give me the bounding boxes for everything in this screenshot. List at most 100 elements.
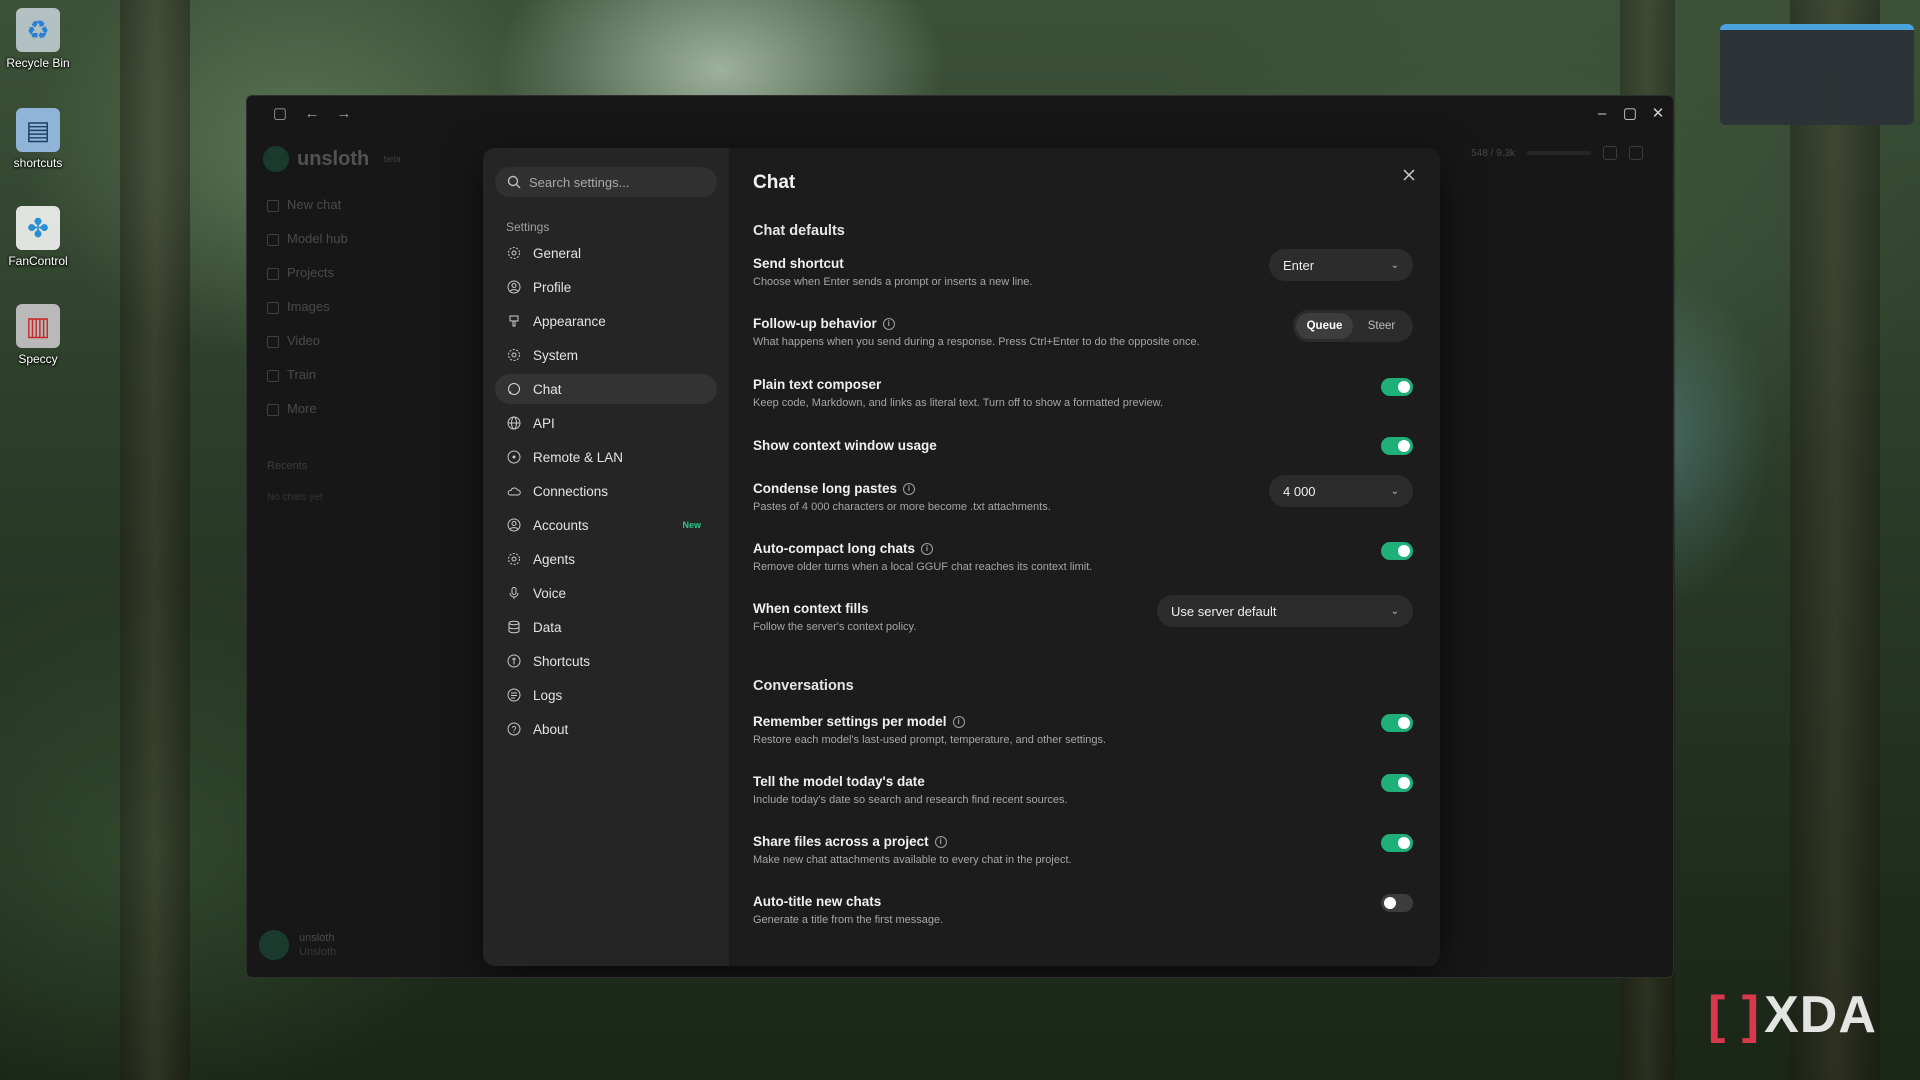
xda-watermark: [ ] XDA [1708, 985, 1877, 1045]
window-close-icon[interactable]: ✕ [1647, 102, 1669, 124]
share-files-toggle[interactable] [1381, 834, 1413, 852]
today-date-toggle[interactable] [1381, 774, 1413, 792]
nav-projects[interactable]: Projects [267, 256, 348, 290]
sidebar-item-appearance[interactable]: Appearance [495, 306, 717, 336]
panel-icon[interactable] [1629, 146, 1643, 160]
sidebar-item-api[interactable]: API [495, 408, 717, 438]
setting-title: Plain text composer [753, 377, 882, 392]
avatar [259, 930, 289, 960]
sidebar-item-label: Chat [533, 381, 562, 397]
refresh-icon[interactable] [1603, 146, 1617, 160]
settings-content: Chat Chat defaults Send shortcut Choose … [729, 148, 1440, 966]
setting-title: Share files across a project [753, 834, 929, 849]
nav-video[interactable]: Video [267, 324, 348, 358]
sidebar-item-connections[interactable]: Connections [495, 476, 717, 506]
section-chat-defaults: Chat defaults [753, 223, 845, 239]
info-icon[interactable]: i [952, 715, 965, 728]
setting-auto-title: Auto-title new chats Generate a title fr… [753, 894, 1413, 926]
back-arrow-icon[interactable]: ← [301, 102, 323, 124]
version-badge: beta [383, 154, 401, 164]
forward-arrow-icon[interactable]: → [333, 102, 355, 124]
fan-icon: ✤ [16, 206, 60, 250]
settings-search[interactable] [495, 167, 717, 197]
setting-description: Restore each model's last-used prompt, t… [753, 734, 1107, 746]
info-icon[interactable]: i [934, 835, 947, 848]
sidebar-item-logs[interactable]: Logs [495, 680, 717, 710]
sidebar-item-agents[interactable]: Agents [495, 544, 717, 574]
chat-bubble-icon [507, 382, 521, 396]
nav-new-chat[interactable]: New chat [267, 188, 348, 222]
remember-toggle[interactable] [1381, 714, 1413, 732]
info-icon[interactable]: i [921, 542, 934, 555]
thumbnail-window[interactable] [1720, 24, 1914, 125]
sidebar-item-label: System [533, 347, 579, 363]
maximize-icon[interactable]: ▢ [1619, 102, 1641, 124]
auto-compact-toggle[interactable] [1381, 542, 1413, 560]
sidebar-item-profile[interactable]: Profile [495, 272, 717, 302]
sidebar-item-about[interactable]: ? About [495, 714, 717, 744]
setting-plain-text: Plain text composer Keep code, Markdown,… [753, 377, 1413, 409]
setting-title: Condense long pastes [753, 481, 898, 496]
sidebar-item-remote-lan[interactable]: Remote & LAN [495, 442, 717, 472]
desktop-icon-recycle-bin[interactable]: ♻ Recycle Bin [0, 8, 76, 70]
sidebar-item-label: API [533, 415, 555, 431]
nav-more[interactable]: More [267, 392, 348, 426]
user-profile[interactable]: unsloth Unsloth [259, 930, 336, 960]
search-input[interactable] [529, 174, 709, 190]
globe-icon [507, 416, 521, 430]
sidebar-item-data[interactable]: Data [495, 612, 717, 642]
desktop-icon-speccy[interactable]: ▥ Speccy [0, 304, 76, 366]
context-usage-indicator: 548 / 9.3k [1471, 146, 1643, 160]
setting-condense: Condense long pastes i Pastes of 4 000 ch… [753, 475, 1413, 513]
sidebar-item-chat[interactable]: Chat [495, 374, 717, 404]
setting-title: Remember settings per model [753, 714, 947, 729]
svg-text:?: ? [511, 725, 516, 735]
context-fills-select[interactable]: Use server default ⌄ [1157, 595, 1413, 627]
new-badge: New [682, 520, 701, 530]
setting-title: Auto-title new chats [753, 894, 882, 909]
desktop-icon-shortcuts[interactable]: ▤ shortcuts [0, 108, 76, 170]
title-bar: ▢ ← → – ▢ ✕ [247, 96, 1673, 130]
follow-up-segmented-control[interactable]: Queue Steer [1293, 310, 1413, 342]
sidebar-item-system[interactable]: System [495, 340, 717, 370]
chevron-down-icon: ⌄ [1390, 605, 1399, 617]
sidebar-item-general[interactable]: General [495, 238, 717, 268]
sidebar-item-label: Logs [533, 687, 563, 703]
sidebar-item-shortcuts[interactable]: Shortcuts [495, 646, 717, 676]
nav-model-hub[interactable]: Model hub [267, 222, 348, 256]
sidebar-item-label: General [533, 245, 582, 261]
sidebar-item-voice[interactable]: Voice [495, 578, 717, 608]
sidebar-toggle-icon[interactable]: ▢ [269, 102, 291, 124]
context-usage-toggle[interactable] [1381, 437, 1413, 455]
sidebar-item-accounts[interactable]: Accounts New [495, 510, 717, 540]
watermark-text: XDA [1764, 986, 1877, 1044]
nav-train[interactable]: Train [267, 358, 348, 392]
chevron-down-icon: ⌄ [1390, 485, 1399, 497]
info-icon[interactable]: i [882, 317, 895, 330]
desktop-icon-fancontrol[interactable]: ✤ FanControl [0, 206, 76, 268]
send-shortcut-select[interactable]: Enter ⌄ [1269, 249, 1413, 281]
plain-text-toggle[interactable] [1381, 378, 1413, 396]
cog-icon [507, 348, 521, 362]
sidebar-item-label: Appearance [533, 313, 606, 329]
logo-icon [263, 146, 289, 172]
option-steer[interactable]: Steer [1353, 313, 1410, 339]
auto-title-toggle[interactable] [1381, 894, 1413, 912]
logs-icon [507, 688, 521, 702]
close-icon[interactable] [1400, 166, 1418, 184]
setting-title: Show context window usage [753, 438, 937, 453]
info-icon[interactable]: i [903, 482, 916, 495]
sidebar-item-label: Connections [533, 483, 609, 499]
no-chats-text: No chats yet [267, 492, 323, 503]
settings-modal: Settings General Profile Appearance Syst… [483, 148, 1440, 966]
select-value: Enter [1283, 257, 1315, 273]
minimize-icon[interactable]: – [1591, 102, 1613, 124]
sidebar-item-label: Shortcuts [533, 653, 591, 669]
nav-images[interactable]: Images [267, 290, 348, 324]
remote-icon [507, 450, 521, 464]
option-queue[interactable]: Queue [1296, 313, 1353, 339]
select-value: Use server default [1171, 603, 1277, 619]
condense-select[interactable]: 4 000 ⌄ [1269, 475, 1413, 507]
account-icon [507, 518, 521, 532]
xda-logo-icon: [ ] [1708, 986, 1761, 1044]
